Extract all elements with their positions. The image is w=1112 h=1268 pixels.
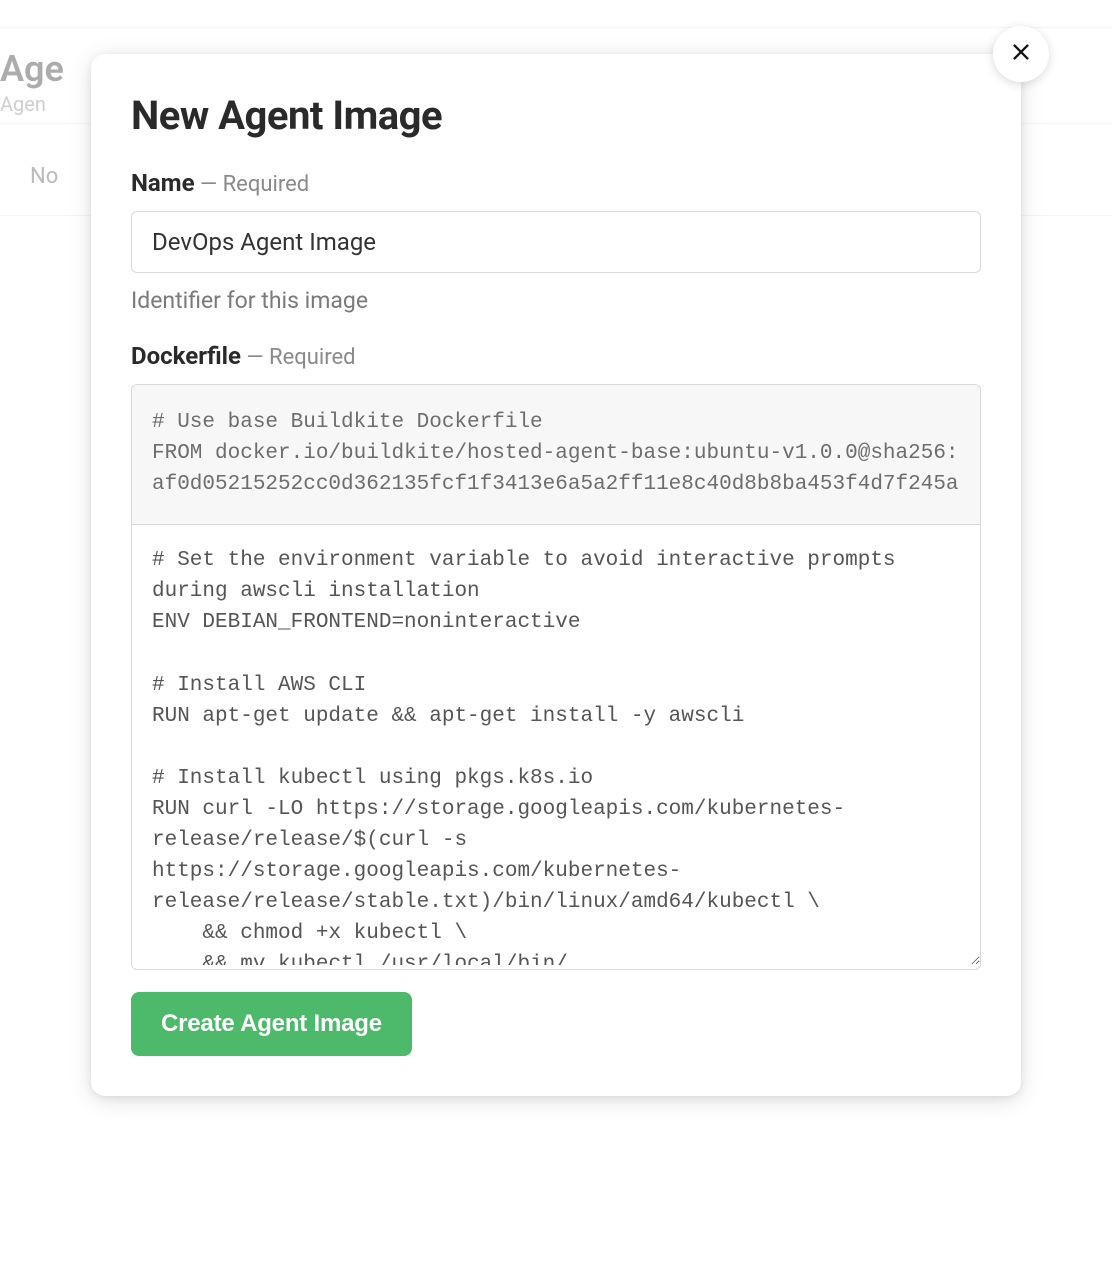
dockerfile-container: # Use base Buildkite Dockerfile FROM doc…	[131, 384, 981, 970]
dockerfile-label-row: Dockerfile — Required	[131, 342, 981, 370]
dockerfile-base-readonly: # Use base Buildkite Dockerfile FROM doc…	[132, 385, 980, 525]
dockerfile-label: Dockerfile	[131, 342, 241, 370]
close-icon	[1010, 38, 1032, 70]
create-agent-image-button[interactable]: Create Agent Image	[131, 992, 412, 1056]
dockerfile-field-group: Dockerfile — Required # Use base Buildki…	[131, 342, 981, 970]
modal-overlay: New Agent Image Name — Required Identifi…	[0, 0, 1112, 1268]
dockerfile-required-note: — Required	[241, 345, 356, 370]
name-field-group: Name — Required Identifier for this imag…	[131, 169, 981, 314]
new-agent-image-modal: New Agent Image Name — Required Identifi…	[91, 54, 1021, 1096]
modal-title: New Agent Image	[131, 92, 981, 139]
name-required-note: — Required	[195, 172, 310, 197]
close-button[interactable]	[993, 26, 1049, 82]
name-input[interactable]	[131, 211, 981, 273]
name-label: Name	[131, 169, 195, 197]
name-help-text: Identifier for this image	[131, 287, 981, 314]
name-label-row: Name — Required	[131, 169, 981, 197]
dockerfile-textarea[interactable]	[132, 525, 980, 965]
